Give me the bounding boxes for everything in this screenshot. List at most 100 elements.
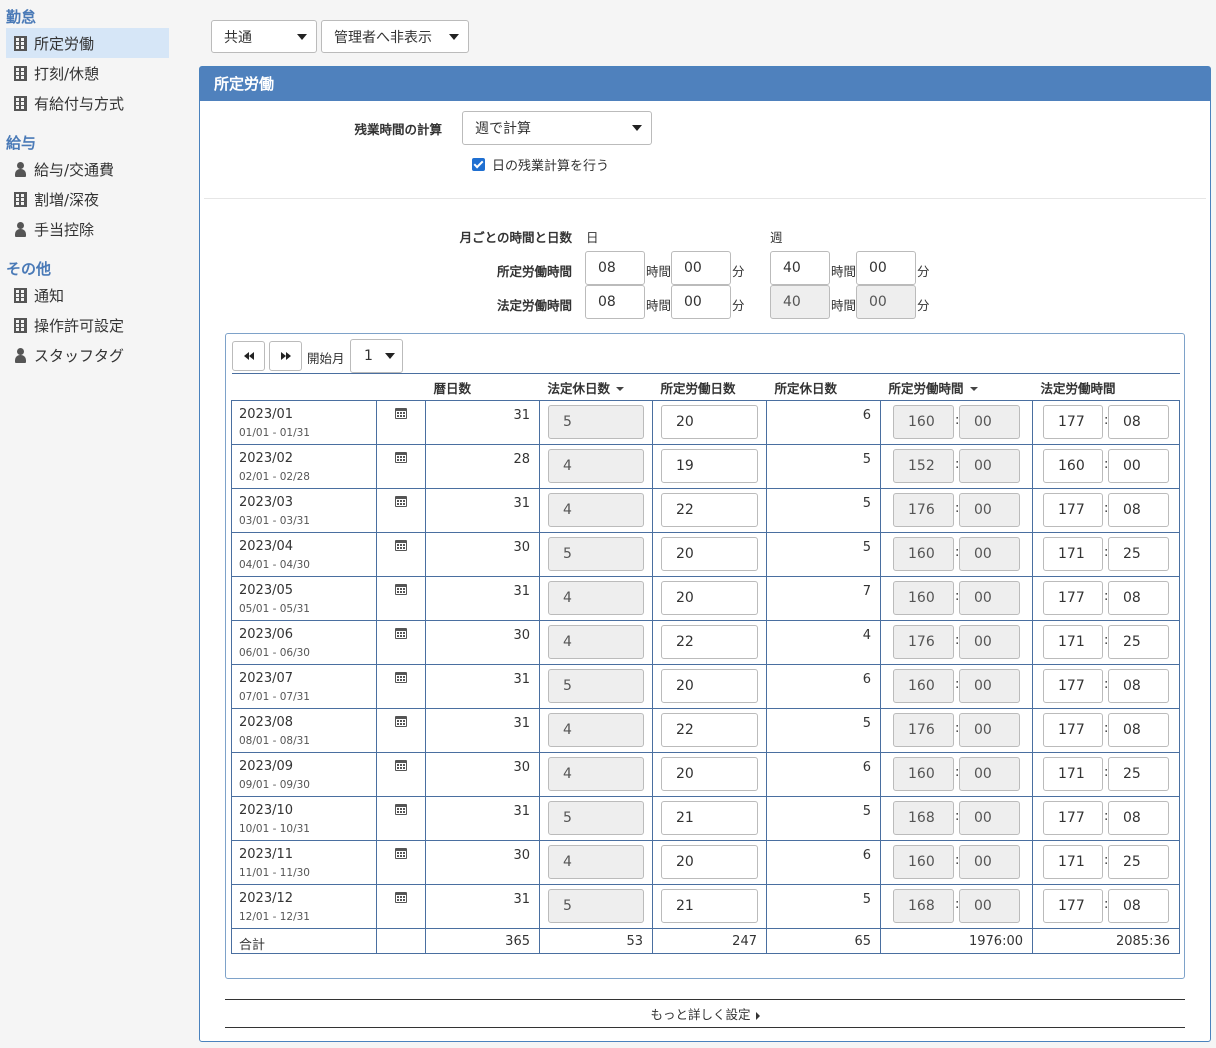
legal-minutes-input[interactable]: 25 <box>1108 625 1169 659</box>
legal-hours-input[interactable]: 171 <box>1043 757 1103 791</box>
scheduled-day-hours-input[interactable]: 08 <box>585 251 645 285</box>
person-icon <box>14 161 27 177</box>
scheduled-day-minutes-input[interactable]: 00 <box>671 251 731 285</box>
scheduled-time-cell: 168:00 <box>880 884 1033 929</box>
sidebar-item[interactable]: 所定労働 <box>6 28 169 58</box>
sidebar-item[interactable]: 割増/深夜 <box>6 184 169 214</box>
calendar-icon[interactable] <box>395 584 407 595</box>
legal-minutes-input[interactable]: 00 <box>1108 449 1169 483</box>
legal-hours-input[interactable]: 171 <box>1043 537 1103 571</box>
sidebar-item[interactable]: 操作許可設定 <box>6 310 169 340</box>
legal-hours-input[interactable]: 177 <box>1043 713 1103 747</box>
legal-holidays-readonly: 5 <box>548 669 644 703</box>
calendar-icon[interactable] <box>395 496 407 507</box>
scope-select[interactable]: 共通 <box>211 20 317 53</box>
work-days-input[interactable]: 19 <box>661 449 758 483</box>
daily-overtime-checkbox[interactable] <box>472 158 485 171</box>
sidebar-item[interactable]: スタッフタグ <box>6 340 169 370</box>
legal-hours-input[interactable]: 177 <box>1043 889 1103 923</box>
sidebar-item[interactable]: 手当控除 <box>6 214 169 244</box>
calendar-days-value: 31 <box>513 892 530 907</box>
legal-hours-input[interactable]: 177 <box>1043 493 1103 527</box>
legal-hours-input[interactable]: 177 <box>1043 669 1103 703</box>
calendar-days-value: 31 <box>513 716 530 731</box>
caret-down-icon <box>632 125 642 131</box>
scheduled-week-minutes-input[interactable]: 00 <box>856 251 916 285</box>
legal-minutes-input[interactable]: 08 <box>1108 889 1169 923</box>
legal-hours-input[interactable]: 171 <box>1043 845 1103 879</box>
legal-minutes-input[interactable]: 08 <box>1108 581 1169 615</box>
header-scheduled-time[interactable]: 所定労働時間 <box>880 373 1033 401</box>
work-days-input[interactable]: 21 <box>661 801 758 835</box>
calendar-icon[interactable] <box>395 892 407 903</box>
calendar-icon[interactable] <box>395 760 407 771</box>
legal-minutes-input[interactable]: 08 <box>1108 801 1169 835</box>
work-days-input[interactable]: 20 <box>661 581 758 615</box>
overtime-select[interactable]: 週で計算 <box>462 111 652 145</box>
calendar-icon[interactable] <box>395 716 407 727</box>
scheduled-holidays-value: 7 <box>862 584 871 599</box>
sidebar-item[interactable]: 有給付与方式 <box>6 88 169 118</box>
calendar-cell <box>376 840 426 885</box>
calendar-icon[interactable] <box>395 848 407 859</box>
sidebar-item[interactable]: 給与/交通費 <box>6 154 169 184</box>
legal-hours-input[interactable]: 177 <box>1043 405 1103 439</box>
scheduled-minutes-readonly: 00 <box>959 493 1020 527</box>
prev-year-button[interactable] <box>232 341 265 371</box>
legal-time-cell: 177:08 <box>1032 708 1180 753</box>
scheduled-time-cell: 160:00 <box>880 532 1033 577</box>
legal-minutes-input[interactable]: 08 <box>1108 405 1169 439</box>
work-days-input[interactable]: 20 <box>661 405 758 439</box>
work-days-input[interactable]: 20 <box>661 845 758 879</box>
scheduled-holidays-cell: 6 <box>766 664 881 709</box>
scheduled-holidays-value: 5 <box>862 496 871 511</box>
legal-minutes-input[interactable]: 25 <box>1108 845 1169 879</box>
calendar-icon[interactable] <box>395 452 407 463</box>
legal-day-hours-input[interactable]: 08 <box>585 285 645 319</box>
header-legal-holidays[interactable]: 法定休日数 <box>539 373 653 401</box>
legal-holidays-readonly: 4 <box>548 757 644 791</box>
calendar-days-value: 30 <box>513 540 530 555</box>
legal-minutes-input[interactable]: 08 <box>1108 669 1169 703</box>
scheduled-week-hours-input[interactable]: 40 <box>770 251 830 285</box>
overtime-select-value: 週で計算 <box>475 121 531 137</box>
legal-hours-input[interactable]: 177 <box>1043 581 1103 615</box>
work-days-input[interactable]: 22 <box>661 493 758 527</box>
more-settings-link[interactable]: もっと詳しく設定 <box>225 1004 1185 1023</box>
legal-minutes-input[interactable]: 25 <box>1108 537 1169 571</box>
scheduled-holidays-cell: 5 <box>766 488 881 533</box>
legal-hours-input[interactable]: 171 <box>1043 625 1103 659</box>
work-days-input[interactable]: 22 <box>661 713 758 747</box>
work-days-input[interactable]: 20 <box>661 537 758 571</box>
month-label: 2023/12 <box>239 891 294 906</box>
legal-minutes-input[interactable]: 08 <box>1108 493 1169 527</box>
next-year-button[interactable] <box>269 341 302 371</box>
visibility-select[interactable]: 管理者へ非表示 <box>321 20 469 53</box>
work-days-cell: 20 <box>652 752 767 797</box>
legal-minutes-input[interactable]: 08 <box>1108 713 1169 747</box>
calendar-icon[interactable] <box>395 408 407 419</box>
calendar-icon[interactable] <box>395 672 407 683</box>
sidebar-item[interactable]: 通知 <box>6 280 169 310</box>
work-days-cell: 19 <box>652 444 767 489</box>
calendar-icon[interactable] <box>395 628 407 639</box>
scheduled-holidays-value: 5 <box>862 452 871 467</box>
work-days-input[interactable]: 21 <box>661 889 758 923</box>
work-days-input[interactable]: 20 <box>661 669 758 703</box>
start-month-select[interactable]: 1 <box>350 339 403 373</box>
work-days-input[interactable]: 22 <box>661 625 758 659</box>
calendar-icon[interactable] <box>395 804 407 815</box>
legal-hours-input[interactable]: 160 <box>1043 449 1103 483</box>
sidebar-item[interactable]: 打刻/休憩 <box>6 58 169 88</box>
legal-day-minutes-input[interactable]: 00 <box>671 285 731 319</box>
building-icon <box>14 95 27 111</box>
sidebar-item-label: スタッフタグ <box>34 346 125 365</box>
calendar-days-cell: 30 <box>425 840 540 885</box>
work-days-input[interactable]: 20 <box>661 757 758 791</box>
legal-minutes-input[interactable]: 25 <box>1108 757 1169 791</box>
sidebar-item-label: 操作許可設定 <box>34 316 125 335</box>
calendar-icon[interactable] <box>395 540 407 551</box>
legal-hours-input[interactable]: 177 <box>1043 801 1103 835</box>
table-row: 2023/01 01/01 - 01/31 31 5 20 6 160:00 177:08 <box>231 400 1180 445</box>
legal-holidays-cell: 5 <box>539 664 653 709</box>
